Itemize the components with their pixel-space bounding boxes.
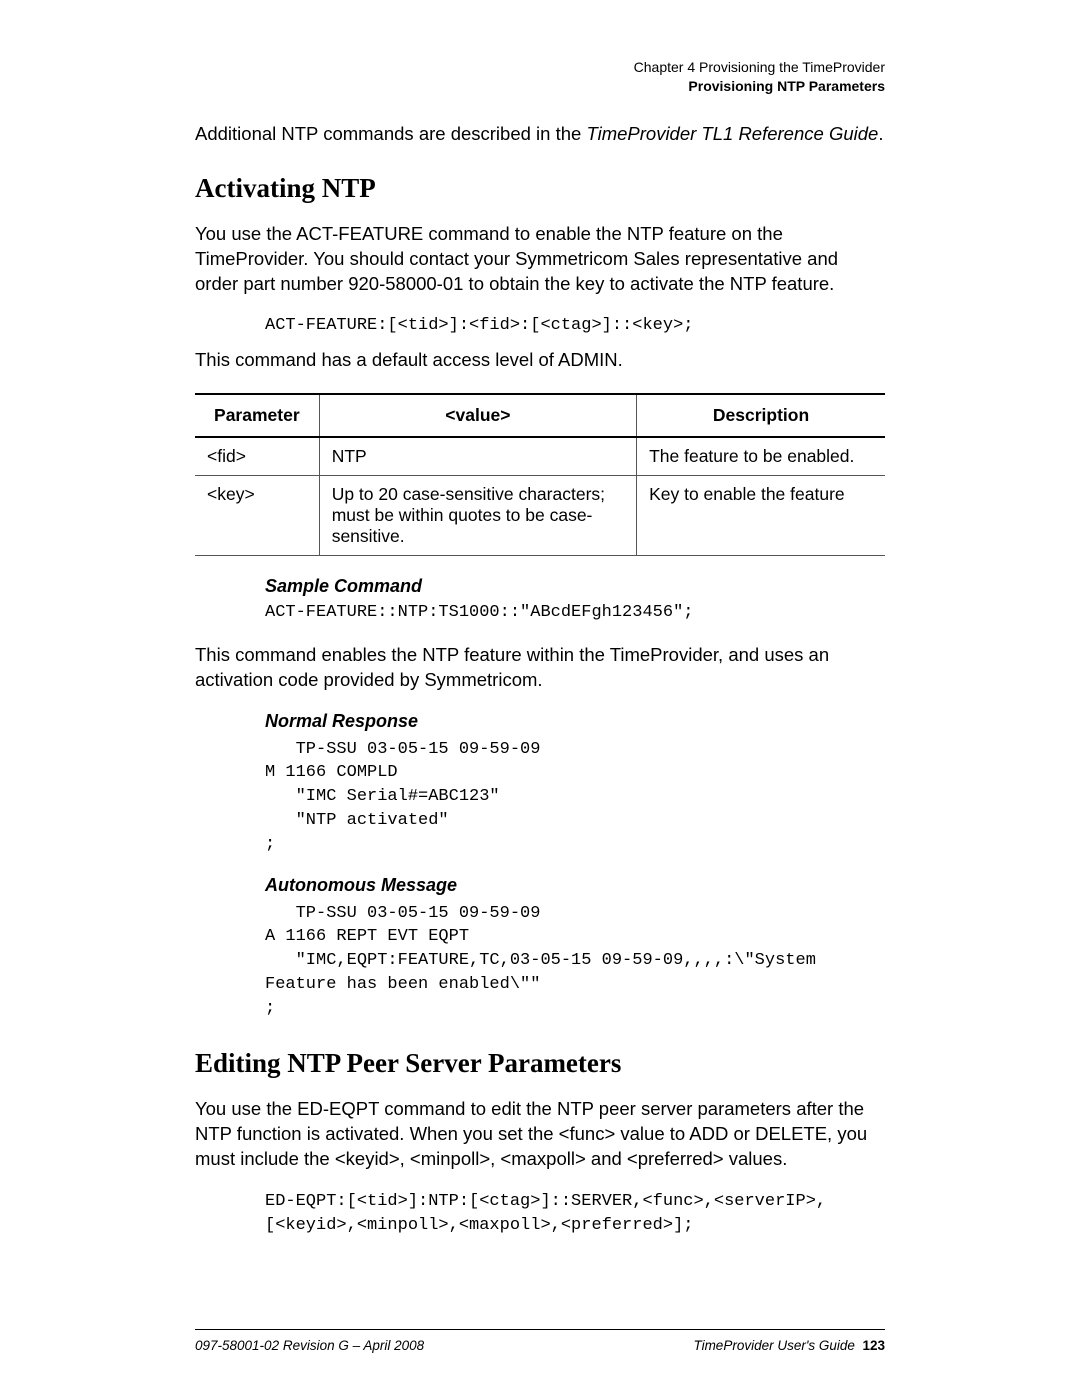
- table-row: <key> Up to 20 case-sensitive characters…: [195, 475, 885, 555]
- normal-response-code: TP-SSU 03-05-15 09-59-09 M 1166 COMPLD "…: [265, 738, 885, 857]
- page-footer: 097-58001-02 Revision G – April 2008 Tim…: [195, 1329, 885, 1353]
- sec2-code: ED-EQPT:[<tid>]:NTP:[<ctag>]::SERVER,<fu…: [265, 1190, 885, 1238]
- th-value: <value>: [319, 394, 636, 437]
- autonomous-message-code: TP-SSU 03-05-15 09-59-09 A 1166 REPT EVT…: [265, 902, 885, 1021]
- intro-text-italic: TimeProvider TL1 Reference Guide: [586, 123, 878, 144]
- chapter-title: Chapter 4 Provisioning the TimeProvider: [634, 58, 885, 77]
- intro-text-pre: Additional NTP commands are described in…: [195, 123, 586, 144]
- intro-text-post: .: [878, 123, 883, 144]
- sec2-p1: You use the ED-EQPT command to edit the …: [195, 1097, 885, 1172]
- th-parameter: Parameter: [195, 394, 319, 437]
- autonomous-message-heading: Autonomous Message: [265, 875, 885, 896]
- td-param: <fid>: [195, 437, 319, 476]
- footer-page-number: 123: [862, 1338, 885, 1353]
- document-page: Chapter 4 Provisioning the TimeProvider …: [0, 0, 1080, 1397]
- td-desc: Key to enable the feature: [637, 475, 885, 555]
- td-param: <key>: [195, 475, 319, 555]
- p3: This command enables the NTP feature wit…: [195, 643, 885, 693]
- table-header-row: Parameter <value> Description: [195, 394, 885, 437]
- sample-command-heading: Sample Command: [265, 576, 885, 597]
- normal-response-heading: Normal Response: [265, 711, 885, 732]
- th-description: Description: [637, 394, 885, 437]
- heading-editing-ntp: Editing NTP Peer Server Parameters: [195, 1048, 885, 1079]
- sample-command-code: ACT-FEATURE::NTP:TS1000::"ABcdEFgh123456…: [265, 601, 885, 625]
- td-value: NTP: [319, 437, 636, 476]
- sec1-p1: You use the ACT-FEATURE command to enabl…: [195, 222, 885, 297]
- footer-guide-label: TimeProvider User's Guide: [693, 1338, 855, 1353]
- sec1-p2: This command has a default access level …: [195, 348, 885, 373]
- section-title: Provisioning NTP Parameters: [634, 77, 885, 96]
- sec1-code1: ACT-FEATURE:[<tid>]:<fid>:[<ctag>]::<key…: [265, 315, 885, 338]
- page-header: Chapter 4 Provisioning the TimeProvider …: [634, 58, 885, 96]
- td-desc: The feature to be enabled.: [637, 437, 885, 476]
- parameter-table: Parameter <value> Description <fid> NTP …: [195, 393, 885, 556]
- footer-right: TimeProvider User's Guide 123: [693, 1338, 885, 1353]
- table-row: <fid> NTP The feature to be enabled.: [195, 437, 885, 476]
- heading-activating-ntp: Activating NTP: [195, 173, 885, 204]
- td-value: Up to 20 case-sensitive characters; must…: [319, 475, 636, 555]
- page-content: Additional NTP commands are described in…: [195, 122, 885, 1238]
- intro-paragraph: Additional NTP commands are described in…: [195, 122, 885, 147]
- footer-left: 097-58001-02 Revision G – April 2008: [195, 1338, 424, 1353]
